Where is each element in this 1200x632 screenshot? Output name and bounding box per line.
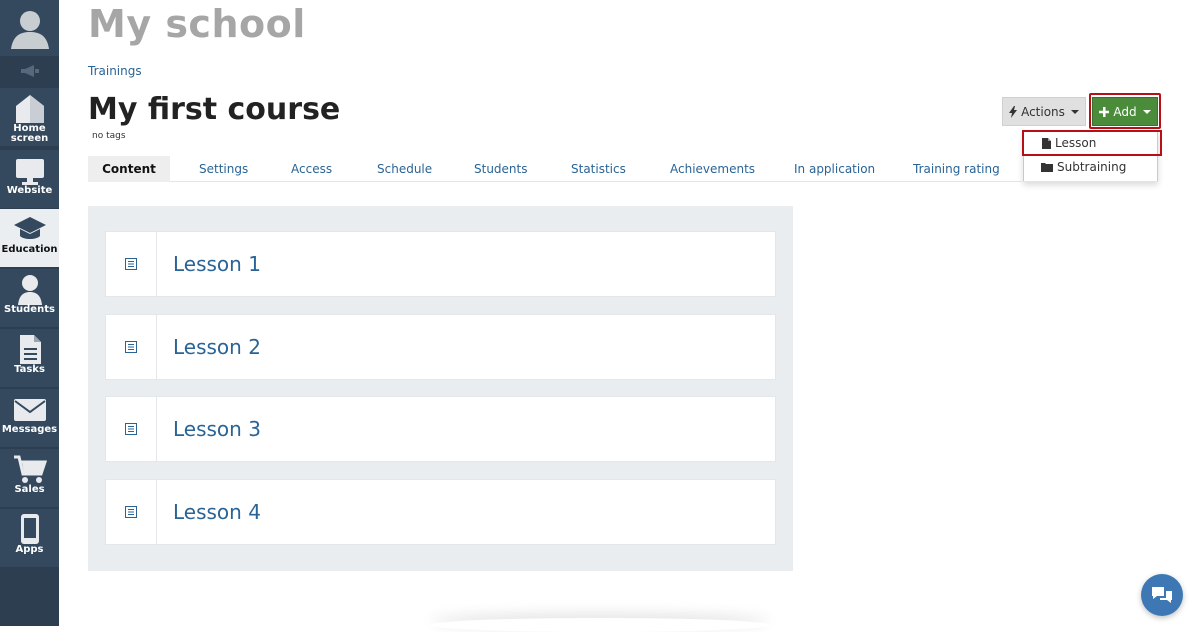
sidebar-item-label: Messages — [1, 424, 58, 435]
list-item[interactable]: Lesson 4 — [105, 479, 776, 545]
add-button[interactable]: Add — [1092, 97, 1158, 126]
page-title: My first course — [88, 92, 341, 127]
course-tabs: Content Settings Access Schedule Student… — [88, 156, 1158, 182]
lesson-list-icon — [125, 423, 137, 435]
user-icon — [17, 275, 42, 305]
sidebar-item-label: Sales — [14, 484, 45, 495]
list-item[interactable]: Lesson 2 — [105, 314, 776, 380]
list-item[interactable]: Lesson 3 — [105, 396, 776, 462]
user-avatar[interactable] — [0, 0, 59, 56]
lightning-icon — [1009, 105, 1018, 118]
sidebar-item-students[interactable]: Students — [0, 269, 59, 327]
envelope-icon — [13, 399, 46, 421]
sidebar-item-home-screen[interactable]: Home screen — [0, 88, 59, 146]
document-icon — [19, 335, 41, 364]
add-button-label: Add — [1113, 104, 1137, 119]
phone-icon — [20, 514, 39, 544]
home-icon — [15, 95, 44, 123]
sidebar-item-label: Students — [4, 304, 55, 315]
graduation-cap-icon — [13, 217, 46, 239]
list-item[interactable]: Lesson 1 — [105, 231, 776, 297]
tab-training-rating[interactable]: Training rating — [913, 156, 1000, 182]
chat-button[interactable] — [1141, 574, 1183, 616]
megaphone-icon — [20, 65, 39, 77]
actions-button[interactable]: Actions — [1002, 97, 1086, 126]
cart-icon — [13, 455, 47, 483]
tab-content[interactable]: Content — [88, 156, 170, 182]
lesson-list-icon — [125, 506, 137, 518]
file-icon — [1042, 137, 1051, 149]
monitor-icon — [15, 159, 44, 185]
sidebar-item-tasks[interactable]: Tasks — [0, 329, 59, 387]
tab-access[interactable]: Access — [291, 156, 332, 182]
chevron-down-icon — [1070, 109, 1079, 114]
lessons-panel: Lesson 1 Lesson 2 Lesson 3 Lesson 4 — [88, 206, 793, 571]
sidebar-item-apps[interactable]: Apps — [0, 509, 59, 567]
sidebar-item-label: Tasks — [14, 364, 45, 375]
chat-bubbles-icon — [1152, 587, 1172, 603]
lesson-list-icon — [125, 258, 137, 270]
announcements-button[interactable] — [0, 58, 59, 84]
tab-statistics[interactable]: Statistics — [571, 156, 626, 182]
sidebar-item-label: Apps — [15, 544, 44, 555]
tab-settings[interactable]: Settings — [199, 156, 248, 182]
lesson-title[interactable]: Lesson 3 — [173, 417, 261, 441]
tab-schedule[interactable]: Schedule — [377, 156, 432, 182]
tab-in-application[interactable]: In application — [794, 156, 875, 182]
sidebar: Home screen Website Education Students T… — [0, 0, 59, 626]
sidebar-item-education[interactable]: Education — [0, 209, 59, 267]
school-title: My school — [88, 2, 306, 46]
lesson-icon-cell — [106, 232, 157, 296]
sidebar-item-website[interactable]: Website — [0, 150, 59, 208]
sidebar-item-messages[interactable]: Messages — [0, 389, 59, 447]
tab-achievements[interactable]: Achievements — [670, 156, 755, 182]
sidebar-item-label: Website — [6, 185, 53, 196]
sidebar-item-sales[interactable]: Sales — [0, 449, 59, 507]
menu-item-label: Lesson — [1055, 136, 1097, 150]
lesson-icon-cell — [106, 397, 157, 461]
tab-students[interactable]: Students — [474, 156, 528, 182]
chevron-down-icon — [1142, 109, 1151, 114]
lesson-title[interactable]: Lesson 4 — [173, 500, 261, 524]
lesson-list-icon — [125, 341, 137, 353]
lesson-icon-cell — [106, 315, 157, 379]
bottom-shadow — [430, 618, 770, 632]
menu-item-lesson[interactable]: Lesson — [1022, 130, 1162, 156]
breadcrumb-trainings[interactable]: Trainings — [88, 64, 142, 78]
lesson-icon-cell — [106, 480, 157, 544]
sidebar-item-label: Education — [1, 244, 58, 255]
tags-label: no tags — [92, 131, 126, 141]
avatar-icon — [10, 11, 49, 49]
lesson-title[interactable]: Lesson 2 — [173, 335, 261, 359]
lesson-title[interactable]: Lesson 1 — [173, 252, 261, 276]
plus-icon — [1099, 106, 1110, 117]
actions-button-label: Actions — [1021, 104, 1065, 119]
sidebar-item-label: screen — [10, 133, 49, 144]
